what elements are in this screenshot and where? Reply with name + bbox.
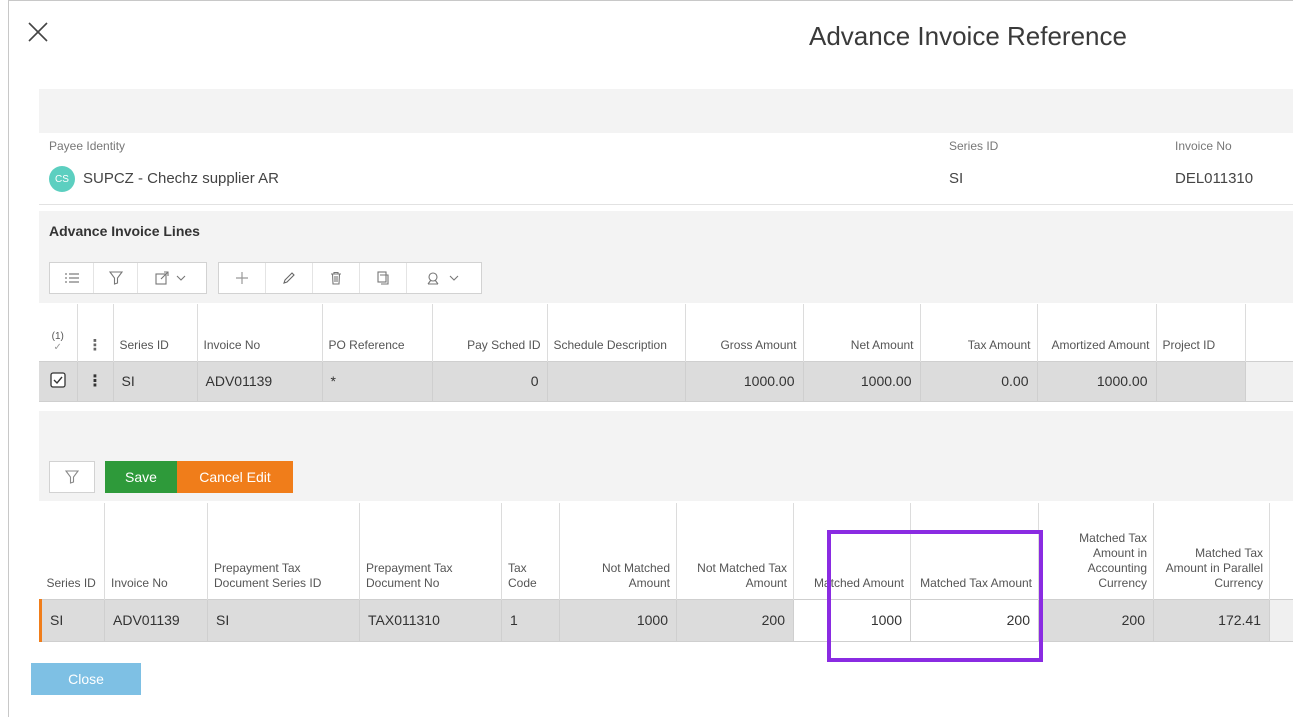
cell-po-reference: *: [322, 360, 433, 402]
cell-matched-tax-par-currency: 172.41: [1153, 598, 1270, 642]
column-header[interactable]: Not Matched Tax Amount: [676, 503, 794, 599]
column-header[interactable]: Not Matched Amount: [559, 503, 677, 599]
column-header[interactable]: Project ID: [1156, 304, 1246, 361]
cell-series-id: SI: [39, 598, 105, 642]
matching-filter-button[interactable]: [49, 461, 95, 493]
add-icon[interactable]: [219, 263, 266, 293]
cell-prepayment-doc-no: TAX011310: [359, 598, 502, 642]
series-id-value: SI: [949, 170, 964, 187]
column-header[interactable]: Gross Amount: [685, 304, 804, 361]
cell-project-id: [1156, 360, 1246, 402]
table-row[interactable]: ⋮ SI ADV01139 * 0 1000.00 1000.00 0.00 1…: [39, 360, 1293, 402]
column-header[interactable]: PO Reference: [322, 304, 433, 361]
edit-pencil-icon[interactable]: [266, 263, 313, 293]
filter-icon[interactable]: [94, 263, 138, 293]
cell-tax-code: 1: [501, 598, 560, 642]
column-header[interactable]: Matched Tax Amount in Accounting Currenc…: [1038, 503, 1154, 599]
column-header[interactable]: Amortized Amount: [1037, 304, 1157, 361]
delete-trash-icon[interactable]: [313, 263, 360, 293]
save-button[interactable]: Save: [105, 461, 177, 493]
payee-identity-label: Payee Identity: [49, 139, 126, 153]
column-header[interactable]: Schedule Description: [547, 304, 686, 361]
duplicate-icon[interactable]: [360, 263, 407, 293]
row-menu-icon[interactable]: ⋮: [77, 360, 114, 402]
list-icon[interactable]: [50, 263, 94, 293]
cell-net-amount: 1000.00: [803, 360, 921, 402]
cell-invoice-no: ADV01139: [197, 360, 323, 402]
cell-not-matched-amount: 1000: [559, 598, 677, 642]
column-header[interactable]: Matched Tax Amount: [910, 503, 1039, 599]
lines-toolbar-view-group: [49, 262, 207, 294]
column-header[interactable]: Prepayment Tax Document Series ID: [207, 503, 360, 599]
column-header[interactable]: Series ID: [40, 503, 105, 599]
invoice-no-label: Invoice No: [1175, 139, 1232, 153]
cell-gross-amount: 1000.00: [685, 360, 804, 402]
matching-section-band: [39, 411, 1293, 451]
payee-identity-value[interactable]: SUPCZ - Chechz supplier AR: [83, 170, 279, 187]
lines-section-band: [39, 211, 1293, 251]
column-header[interactable]: Series ID: [113, 304, 198, 361]
row-menu-header[interactable]: ⋮: [77, 304, 114, 361]
cancel-edit-button[interactable]: Cancel Edit: [177, 461, 293, 493]
table-row[interactable]: SI ADV01139 SI TAX011310 1 1000 200 1000…: [39, 598, 1293, 642]
lines-toolbar-edit-group: [218, 262, 482, 294]
column-header[interactable]: Matched Tax Amount in Parallel Currency: [1153, 503, 1270, 599]
cell-spacer: [1245, 360, 1293, 402]
close-dialog-icon[interactable]: [23, 17, 59, 53]
matched-amount-input[interactable]: 1000: [793, 598, 911, 642]
column-header[interactable]: Tax Amount: [920, 304, 1038, 361]
cell-prepayment-series-id: SI: [207, 598, 360, 642]
cell-tax-amount: 0.00: [920, 360, 1038, 402]
cell-not-matched-tax-amount: 200: [676, 598, 794, 642]
cell-series-id: SI: [113, 360, 198, 402]
cell-spacer: [1269, 598, 1293, 642]
series-id-label: Series ID: [949, 139, 999, 153]
advance-invoice-lines-title: Advance Invoice Lines: [49, 223, 200, 239]
close-button[interactable]: Close: [31, 663, 141, 695]
dialog-frame: Advance Invoice Reference Payee Identity…: [8, 0, 1293, 717]
column-header[interactable]: Invoice No: [104, 503, 208, 599]
invoice-no-value: DEL011310: [1175, 170, 1254, 187]
spacer-header: [1245, 304, 1293, 361]
avatar: CS: [49, 166, 75, 192]
cell-schedule-description: [547, 360, 686, 402]
column-header[interactable]: Invoice No: [197, 304, 323, 361]
filter-icon[interactable]: [50, 462, 94, 492]
cell-pay-sched-id: 0: [432, 360, 548, 402]
cell-matched-tax-acc-currency: 200: [1038, 598, 1154, 642]
header-card: [39, 133, 1293, 205]
export-dropdown-icon[interactable]: [138, 263, 206, 293]
dialog-title: Advance Invoice Reference: [809, 21, 1127, 51]
matching-table: Series ID Invoice No Prepayment Tax Docu…: [39, 503, 1293, 642]
checkbox-checked-icon[interactable]: [50, 371, 66, 388]
advance-invoice-lines-table: (1) ✓ ⋮ Series ID Invoice No PO Reference…: [39, 304, 1293, 402]
column-header[interactable]: Matched Amount: [793, 503, 911, 599]
spacer-header: [1269, 503, 1293, 599]
cell-amortized-amount: 1000.00: [1037, 360, 1157, 402]
column-header[interactable]: Net Amount: [803, 304, 921, 361]
selection-count-header[interactable]: (1) ✓: [39, 304, 78, 361]
column-header[interactable]: Tax Code: [501, 503, 560, 599]
matched-tax-amount-input[interactable]: 200: [910, 598, 1039, 642]
settings-dropdown-icon[interactable]: [407, 263, 481, 293]
cell-invoice-no: ADV01139: [104, 598, 208, 642]
column-header[interactable]: Prepayment Tax Document No: [359, 503, 502, 599]
column-header[interactable]: Pay Sched ID: [432, 304, 548, 361]
header-band: [39, 89, 1293, 133]
row-checkbox[interactable]: [39, 360, 78, 402]
